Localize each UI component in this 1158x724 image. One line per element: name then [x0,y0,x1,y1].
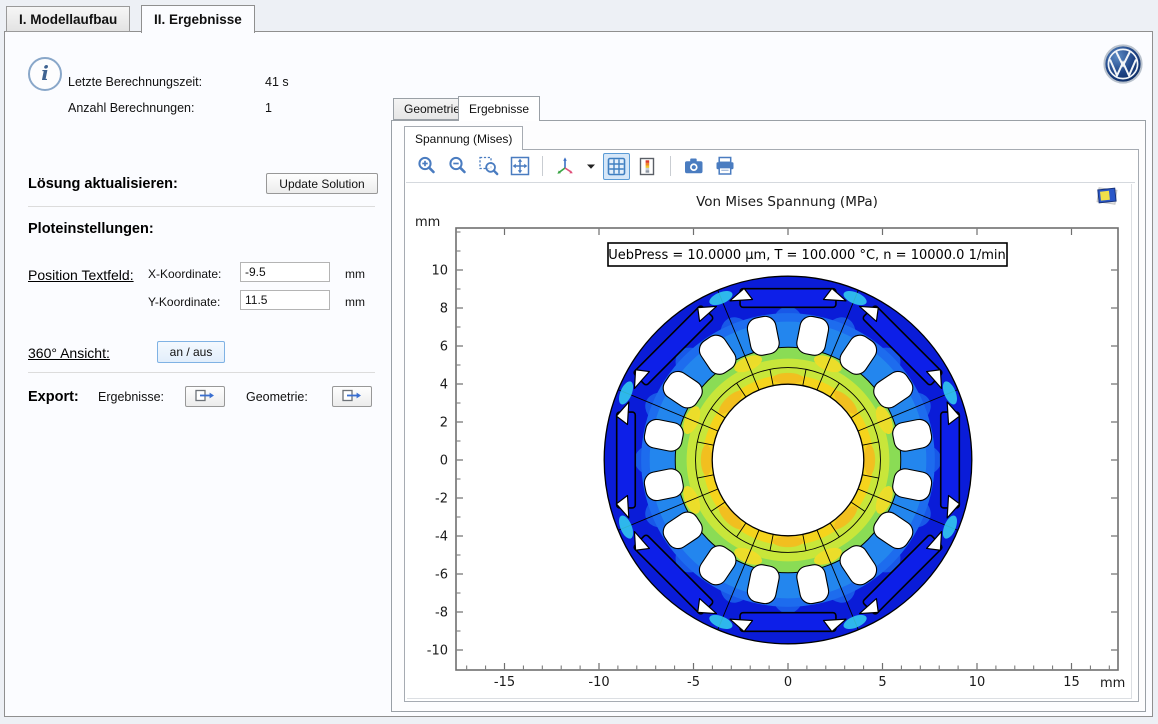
info-icon: i [28,57,62,91]
toolbar-divider [406,182,1135,183]
svg-text:4: 4 [440,378,448,393]
svg-text:UebPress = 10.0000 µm, T = 100: UebPress = 10.0000 µm, T = 100.000 °C, n… [608,248,1006,263]
vw-logo [1103,44,1143,89]
y-coordinate-unit: mm [345,295,365,309]
svg-text:Von Mises Spannung (MPa): Von Mises Spannung (MPa) [696,194,878,210]
tab-modellaufbau-label: I. Modellaufbau [19,12,117,27]
zoom-box-icon[interactable] [475,153,502,180]
update-solution-button[interactable]: Update Solution [266,173,378,194]
y-coordinate-input[interactable] [240,290,330,310]
zoom-extents-icon[interactable] [506,153,533,180]
export-results-label: Ergebnisse: [98,390,164,404]
svg-text:10: 10 [431,264,448,279]
von-mises-plot[interactable]: Von Mises Spannung (MPa) -15 -10 -5 0 5 10 15 10… [407,184,1131,698]
y-coordinate-label: Y-Koordinate: [148,295,220,309]
view-360-label: 360° Ansicht: [28,345,110,361]
svg-text:mm: mm [415,215,440,230]
export-geometry-label: Geometrie: [246,390,308,404]
svg-text:-8: -8 [435,606,448,621]
last-calc-time-value: 41 s [265,75,289,89]
tab-modellaufbau[interactable]: I. Modellaufbau [6,6,130,32]
svg-text:-10: -10 [588,675,609,690]
export-geometry-button[interactable] [332,386,372,407]
svg-text:15: 15 [1063,675,1080,690]
svg-text:6: 6 [440,340,448,355]
tab-ergebnisse-view[interactable]: Ergebnisse [458,96,540,121]
svg-text:2: 2 [440,416,448,431]
svg-text:8: 8 [440,302,448,317]
color-legend-icon[interactable] [634,153,661,180]
svg-text:0: 0 [440,454,448,469]
export-icon [342,389,362,405]
last-calc-time-label: Letzte Berechnungszeit: [68,75,202,89]
divider [28,206,375,207]
tab-ergebnisse-label: II. Ergebnisse [154,12,242,27]
calc-count-value: 1 [265,101,272,115]
tab-spannung-mises[interactable]: Spannung (Mises) [404,126,523,150]
svg-text:5: 5 [878,675,886,690]
print-icon[interactable] [711,153,738,180]
svg-text:-6: -6 [435,568,448,583]
snapshot-icon[interactable] [680,153,707,180]
axis-orientation-icon[interactable] [552,153,579,180]
svg-text:-5: -5 [687,675,700,690]
svg-text:-15: -15 [494,675,515,690]
dropdown-caret-icon[interactable] [583,153,599,180]
svg-text:-4: -4 [435,530,448,545]
export-results-button[interactable] [185,386,225,407]
svg-text:10: 10 [969,675,986,690]
zoom-in-icon[interactable] [413,153,440,180]
svg-text:-10: -10 [427,644,448,659]
x-coordinate-label: X-Koordinate: [148,267,221,281]
toolbar-separator [670,156,671,176]
x-coordinate-unit: mm [345,267,365,281]
toolbar-separator [542,156,543,176]
x-coordinate-input[interactable] [240,262,330,282]
calc-count-label: Anzahl Berechnungen: [68,101,194,115]
view-360-toggle-button[interactable]: an / aus [157,341,225,363]
export-heading: Export: [28,389,79,405]
tab-ergebnisse[interactable]: II. Ergebnisse [141,5,255,33]
update-solution-label: Lösung aktualisieren: [28,176,178,192]
plot-canvas[interactable]: Von Mises Spannung (MPa) -15 -10 -5 0 5 10 15 10… [407,184,1132,699]
export-icon [195,389,215,405]
graphics-toolbar [405,150,1145,182]
divider [28,372,375,373]
plot-group-icon[interactable] [1094,184,1120,213]
grid-toggle-icon[interactable] [603,153,630,180]
svg-text:mm: mm [1100,676,1125,691]
position-textfield-label: Position Textfeld: [28,267,134,283]
plot-settings-heading: Ploteinstellungen: [28,221,154,237]
svg-text:0: 0 [784,675,792,690]
zoom-out-icon[interactable] [444,153,471,180]
svg-text:-2: -2 [435,492,448,507]
